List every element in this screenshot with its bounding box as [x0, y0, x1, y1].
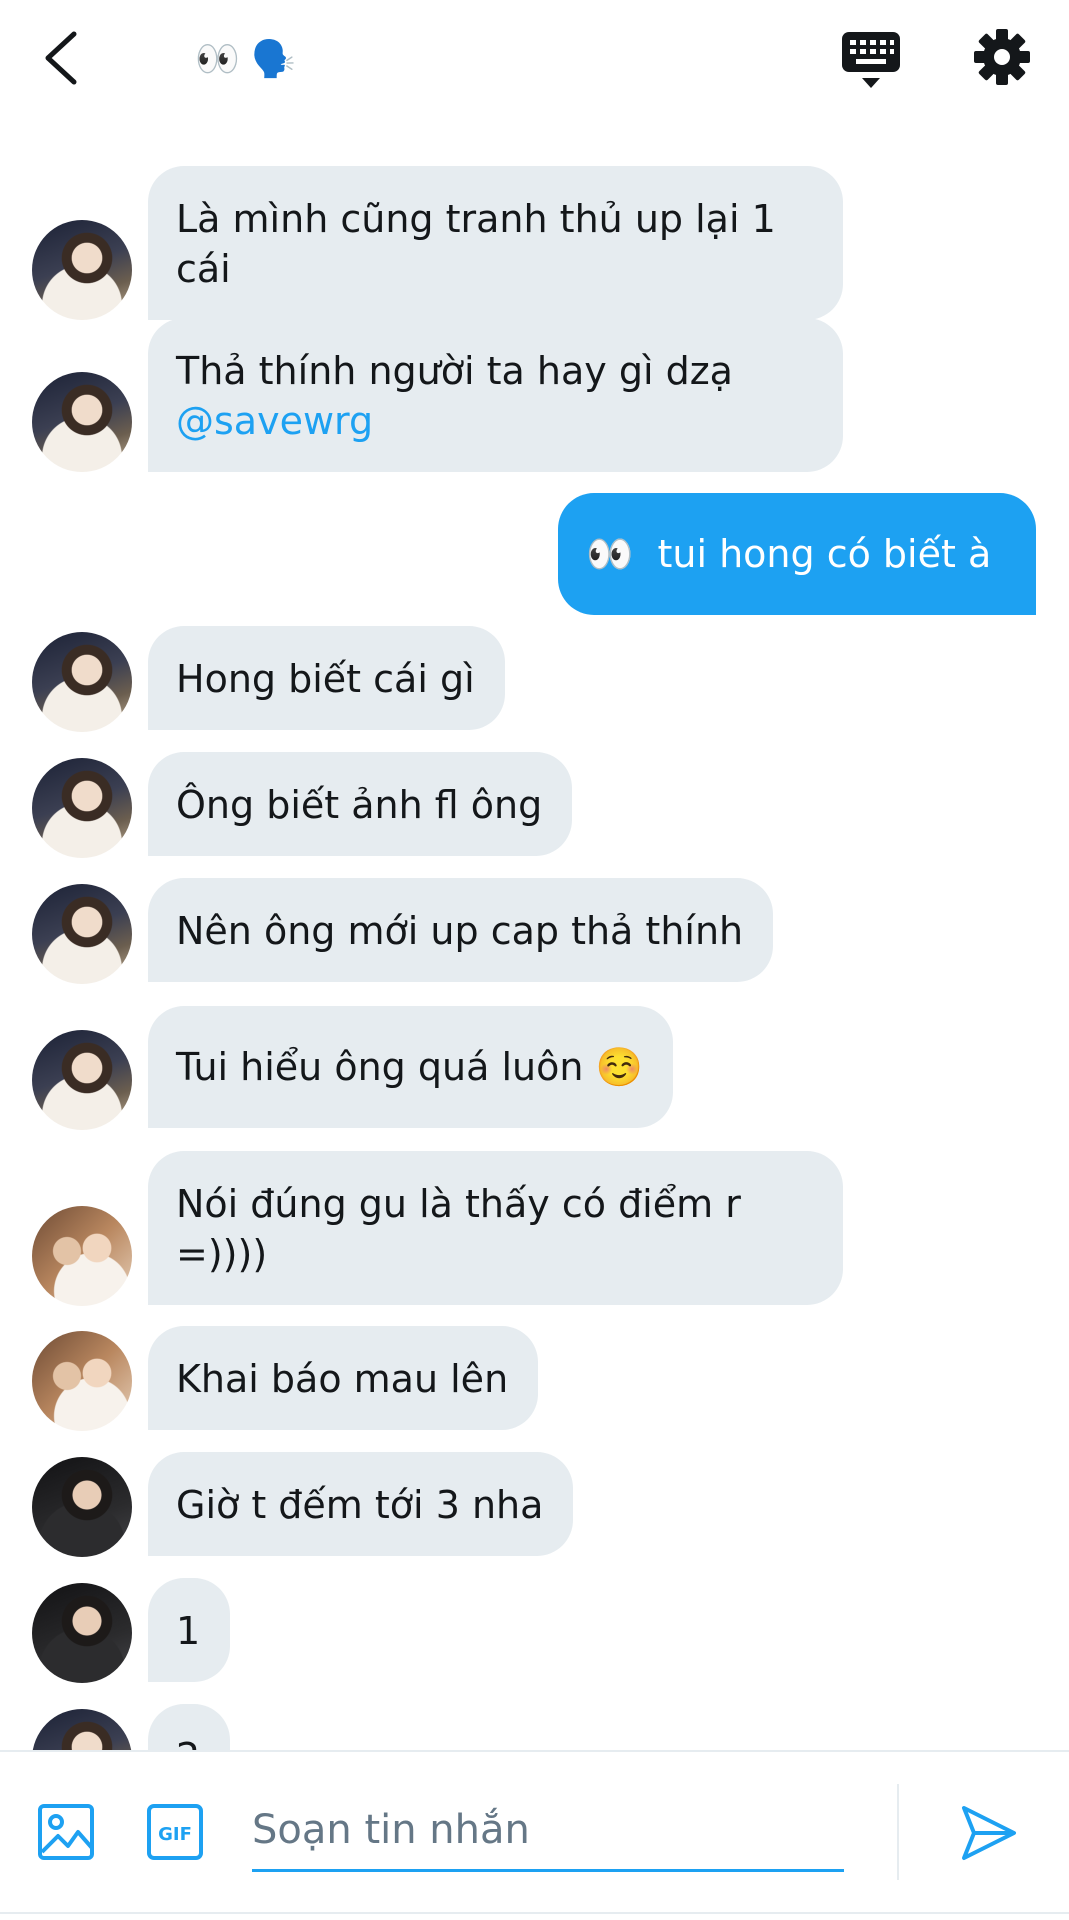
avatar[interactable]: [32, 1457, 132, 1557]
message-bubble[interactable]: 1: [148, 1578, 231, 1682]
gear-icon[interactable]: [973, 28, 1031, 86]
chevron-left-icon[interactable]: [40, 28, 84, 88]
gif-icon[interactable]: GIF: [145, 1802, 205, 1862]
message-bubble[interactable]: Giờ t đếm tới 3 nha: [148, 1452, 574, 1556]
send-icon[interactable]: [960, 1804, 1018, 1862]
message-bubble[interactable]: 2: [148, 1704, 231, 1750]
message-bubble[interactable]: Là mình cũng tranh thủ up lại 1 cái: [148, 166, 843, 320]
message-list[interactable]: Là mình cũng tranh thủ up lại 1 cái Thả …: [0, 118, 1069, 1750]
message-bubble[interactable]: Ông biết ảnh fl ông: [148, 752, 573, 856]
message-bubble[interactable]: Hong biết cái gì: [148, 626, 505, 730]
bottom-divider: [0, 1912, 1069, 1920]
image-icon[interactable]: [36, 1802, 96, 1862]
avatar[interactable]: [32, 758, 132, 858]
conversation-title[interactable]: 👀 🗣️: [195, 36, 296, 84]
composer-divider: [897, 1784, 899, 1880]
message-item: Là mình cũng tranh thủ up lại 1 cái: [0, 142, 1069, 320]
gif-label: GIF: [158, 1824, 192, 1845]
avatar[interactable]: [32, 372, 132, 472]
message-text: Thả thính người ta hay gì dzạ: [176, 349, 733, 393]
message-bubble[interactable]: Tui hiểu ông quá luôn ☺️: [148, 1006, 673, 1128]
keyboard-shortcuts-icon[interactable]: [840, 30, 902, 92]
avatar[interactable]: [32, 1709, 132, 1750]
mention-link[interactable]: @savewrg: [176, 399, 373, 443]
conversation-header: 👀 🗣️: [0, 0, 1069, 118]
message-bubble[interactable]: Nói đúng gu là thấy có điểm r =)))): [148, 1151, 843, 1305]
message-composer: GIF: [0, 1750, 1069, 1920]
message-bubble[interactable]: Nên ông mới up cap thả thính: [148, 878, 774, 982]
message-bubble[interactable]: Khai báo mau lên: [148, 1326, 539, 1430]
avatar[interactable]: [32, 1583, 132, 1683]
compose-message-input[interactable]: [252, 1790, 844, 1872]
message-bubble[interactable]: Thả thính người ta hay gì dzạ @savewrg: [148, 318, 843, 472]
avatar[interactable]: [32, 220, 132, 320]
avatar[interactable]: [32, 1030, 132, 1130]
avatar[interactable]: [32, 884, 132, 984]
message-bubble-sent[interactable]: 👀 tui hong có biết à: [558, 493, 1036, 615]
avatar[interactable]: [32, 1206, 132, 1306]
avatar[interactable]: [32, 1331, 132, 1431]
avatar[interactable]: [32, 632, 132, 732]
